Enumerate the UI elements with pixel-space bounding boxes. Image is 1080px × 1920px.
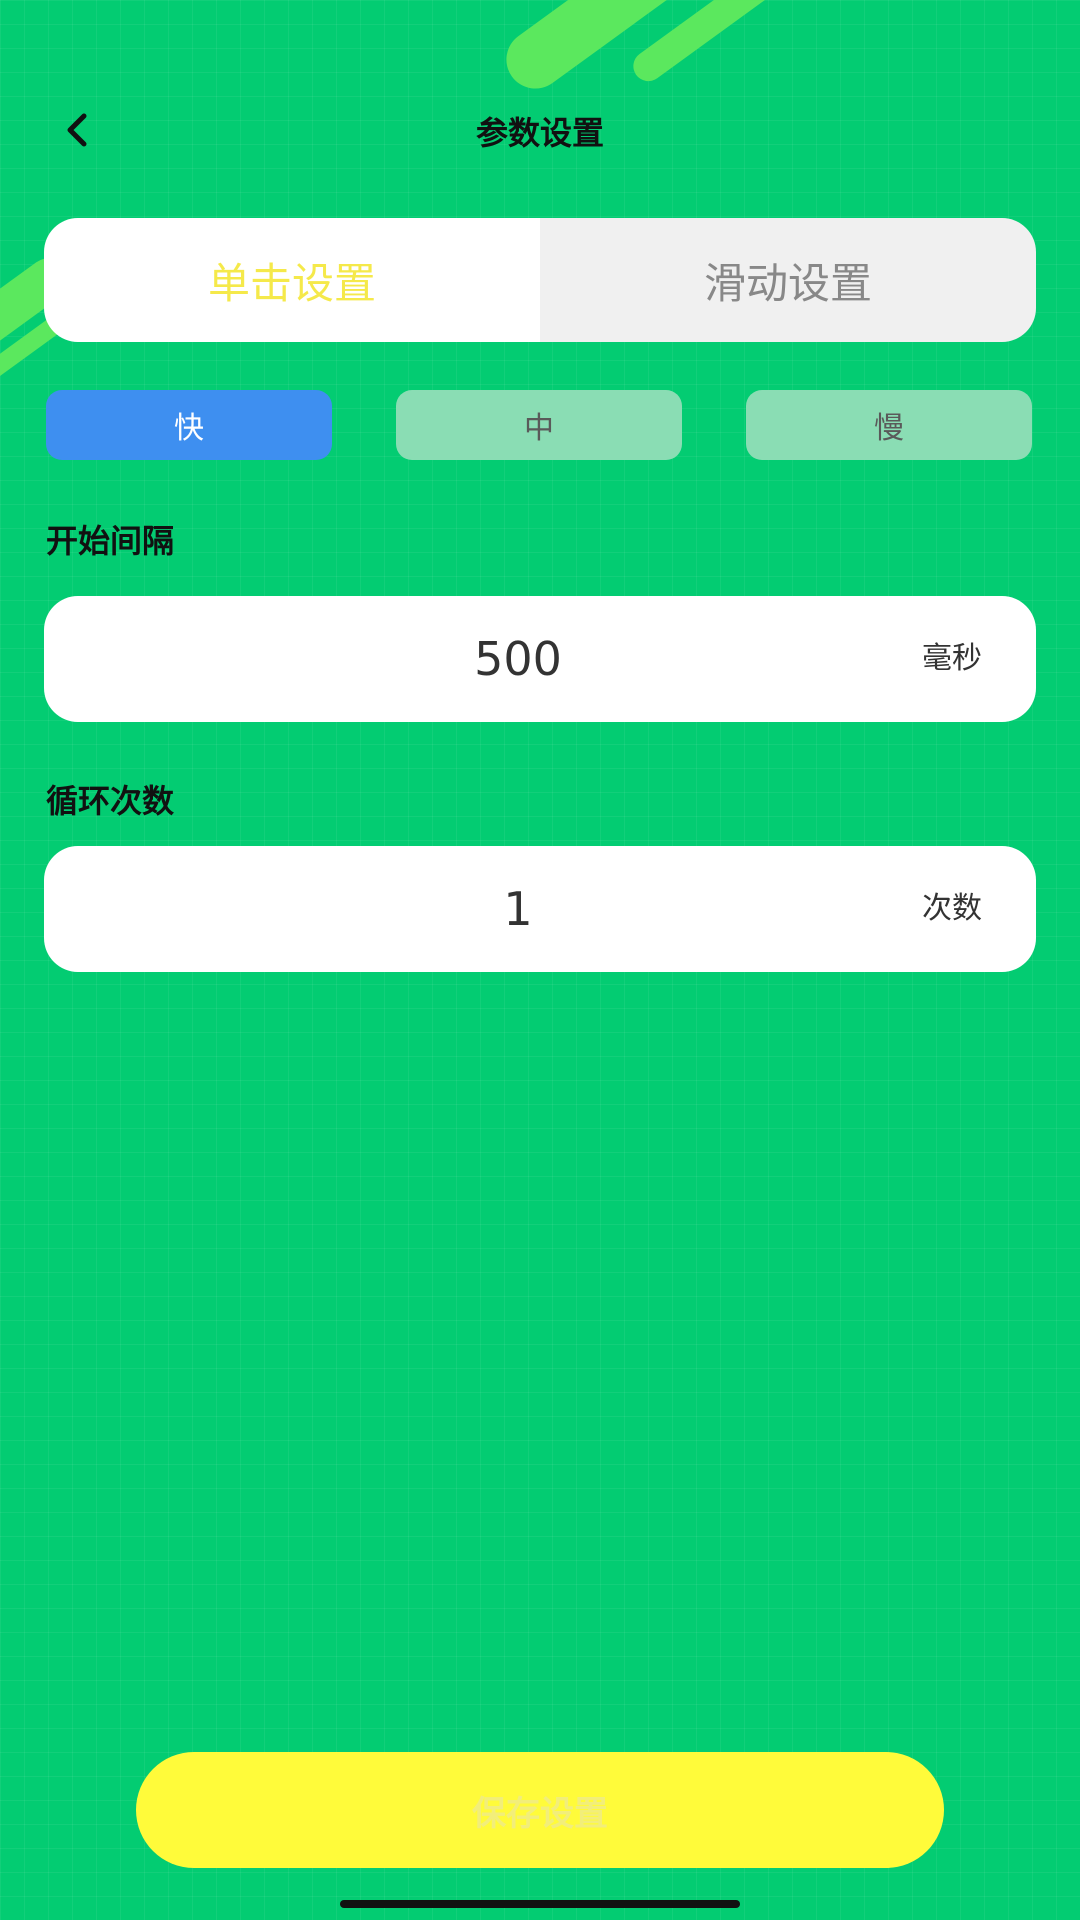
- start-interval-field[interactable]: 500 毫秒: [44, 596, 1036, 722]
- speed-slow-button[interactable]: 慢: [746, 390, 1032, 460]
- loop-count-unit: 次数: [922, 891, 982, 926]
- start-interval-label: 开始间隔: [46, 522, 175, 560]
- start-interval-value[interactable]: 500: [44, 596, 992, 722]
- loop-count-field[interactable]: 1 次数: [44, 846, 1036, 972]
- start-interval-unit: 毫秒: [922, 641, 982, 676]
- loop-count-label: 循环次数: [46, 782, 175, 820]
- app-screen: 参数设置 单击设置 滑动设置 快 中 慢 开始间隔 500 毫秒 循环次数 1 …: [0, 0, 1080, 1920]
- tab-click-settings[interactable]: 单击设置: [44, 218, 540, 342]
- speed-selector: 快 中 慢: [46, 390, 1036, 460]
- save-settings-button[interactable]: 保存设置: [136, 1752, 944, 1868]
- home-indicator[interactable]: [340, 1900, 740, 1908]
- loop-count-value[interactable]: 1: [44, 846, 992, 972]
- decorative-stripe: [627, 0, 783, 88]
- mode-tab-switcher: 单击设置 滑动设置: [44, 218, 1036, 342]
- speed-medium-button[interactable]: 中: [396, 390, 682, 460]
- page-title: 参数设置: [475, 114, 604, 152]
- speed-fast-button[interactable]: 快: [46, 390, 332, 460]
- tab-swipe-settings[interactable]: 滑动设置: [540, 218, 1036, 342]
